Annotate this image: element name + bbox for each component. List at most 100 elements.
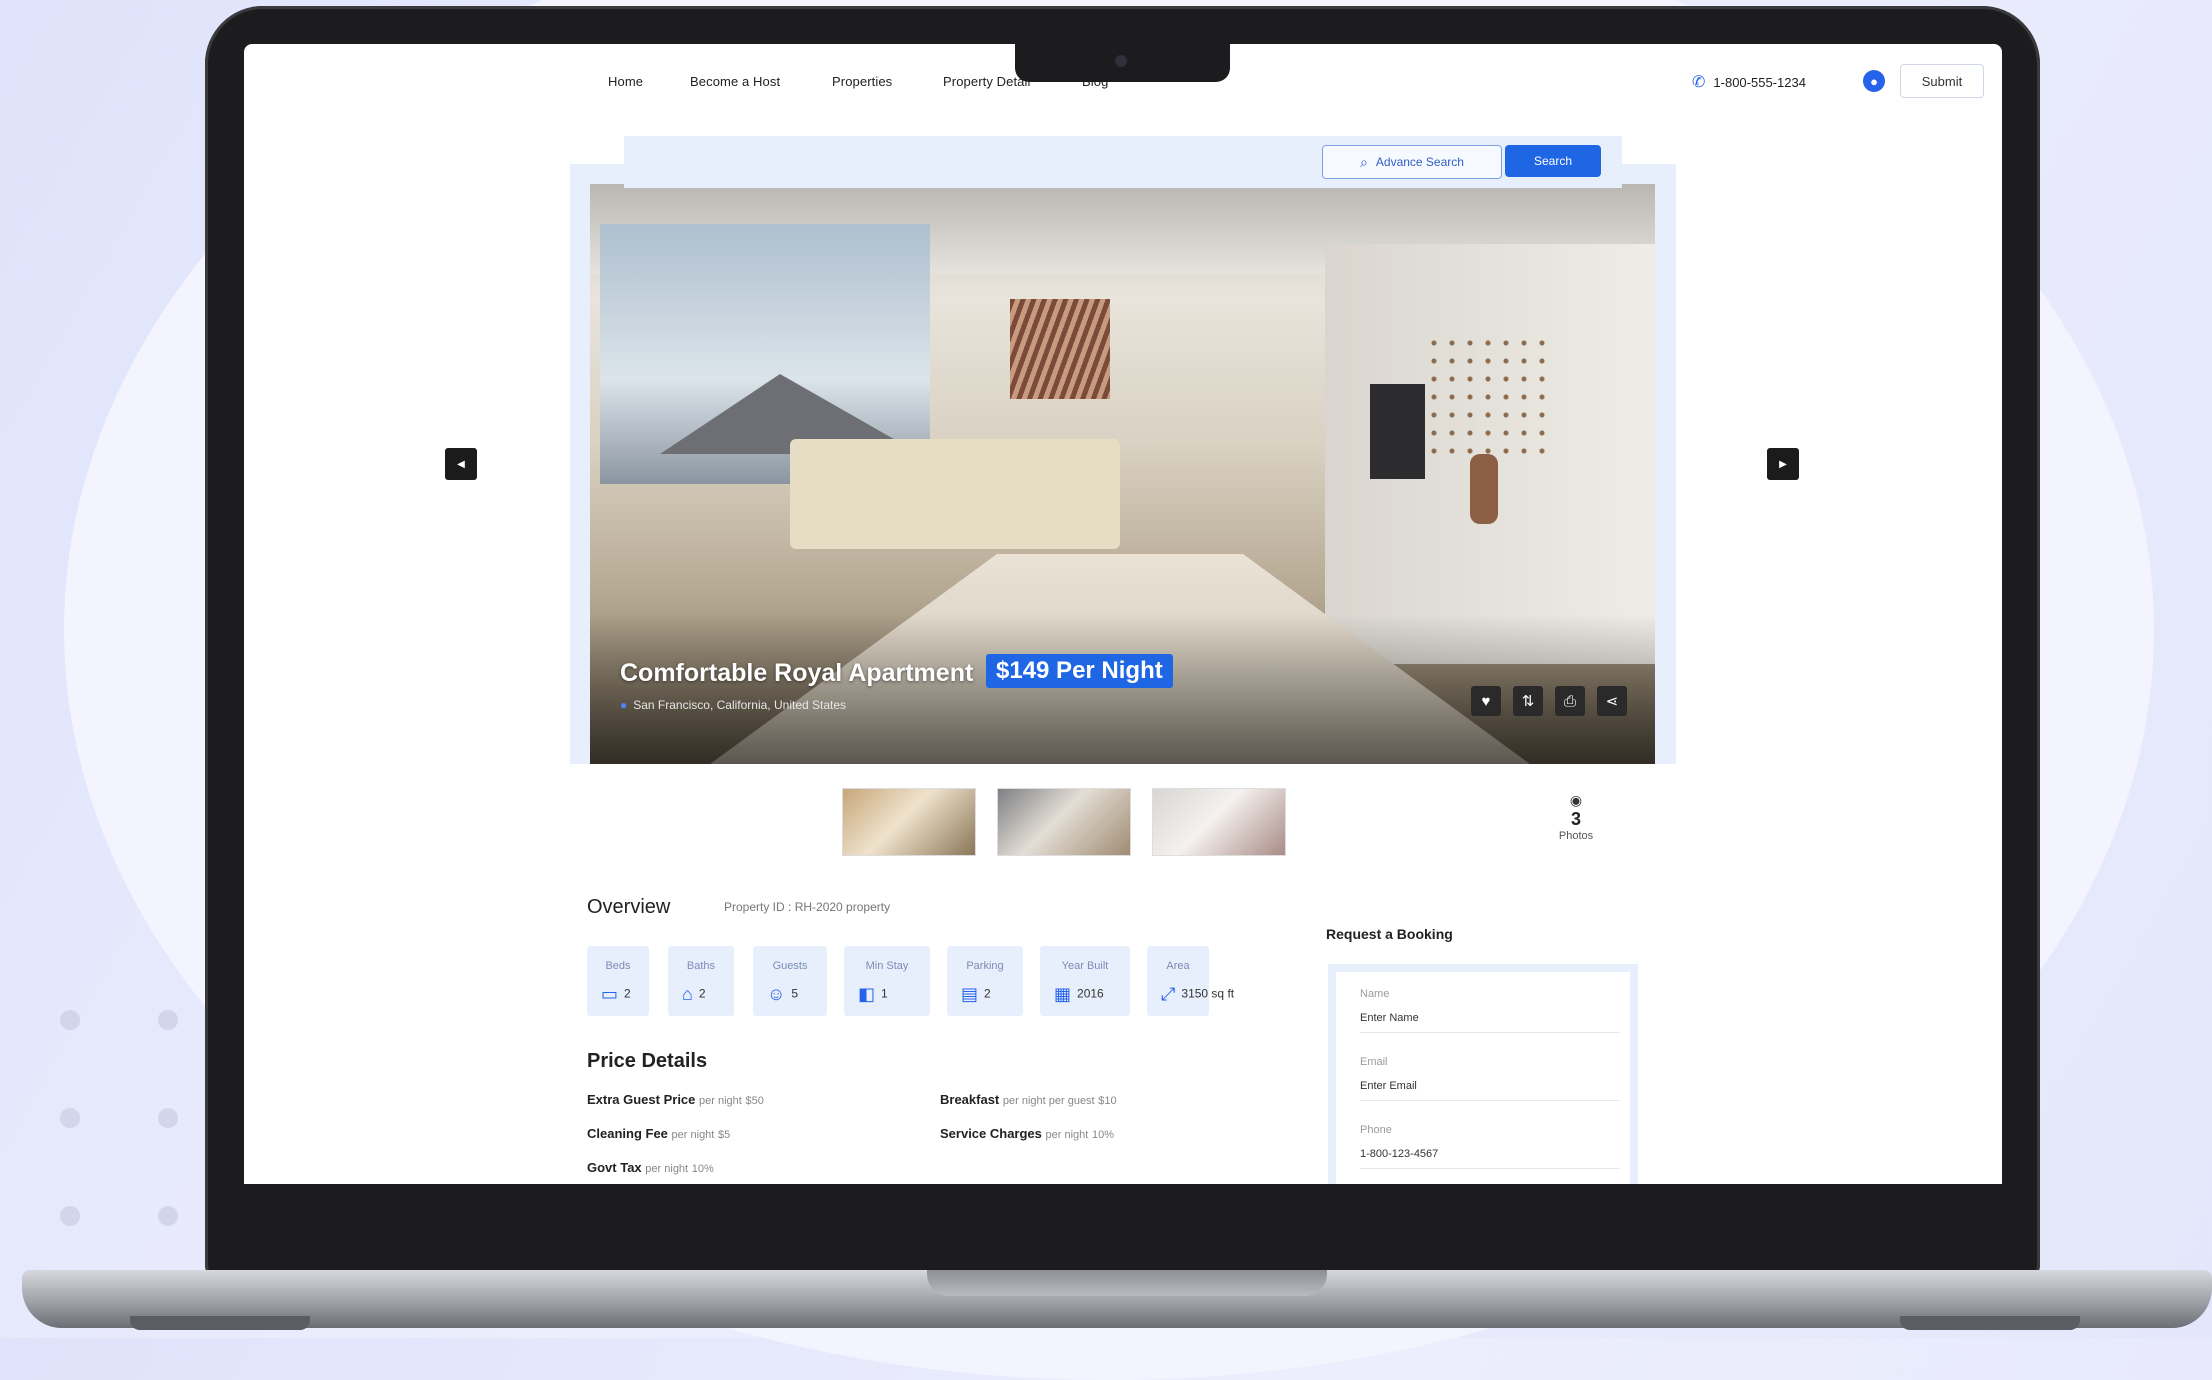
name-field[interactable]: Enter Name xyxy=(1360,1012,1419,1024)
search-icon: ⌕ xyxy=(1360,153,1368,170)
hero-action-buttons: ♥ ⇅ ⎙ ⋖ xyxy=(1471,686,1627,716)
feature-label: Guests xyxy=(772,960,808,972)
feature-area: Area ⤢ 3150 sq ft xyxy=(1147,946,1234,1016)
prev-slide-button[interactable]: ◀ xyxy=(445,448,477,480)
advance-search-label: Advance Search xyxy=(1375,155,1464,169)
price-row: Cleaning Fee per night $5 xyxy=(587,1126,730,1141)
listing-title: Comfortable Royal Apartment xyxy=(620,659,974,687)
location-pin-icon: ● xyxy=(620,698,628,712)
feature-value: 2016 xyxy=(1077,986,1104,1001)
price-label: Extra Guest Price xyxy=(587,1092,696,1107)
email-field-label: Email xyxy=(1360,1056,1388,1068)
nav-become-host[interactable]: Become a Host xyxy=(690,74,780,89)
feature-value: 2 xyxy=(698,986,706,1001)
feature-baths: Baths ⌂ 2 xyxy=(668,946,734,1016)
property-id: Property ID : RH-2020 property xyxy=(724,900,891,914)
thumbnail-3[interactable] xyxy=(1152,788,1286,856)
price-label: Govt Tax xyxy=(587,1160,642,1175)
feature-label: Baths xyxy=(686,960,716,972)
thumbnail-1[interactable] xyxy=(842,788,976,856)
bed-icon: ▭ xyxy=(601,984,619,1004)
price-value: 10% xyxy=(691,1163,714,1175)
share-icon[interactable]: ⋖ xyxy=(1597,686,1627,716)
price-value: $10 xyxy=(1098,1095,1117,1107)
booking-form: Name Enter Name Email Enter Email Phone … xyxy=(1328,964,1638,1184)
photos-count[interactable]: ◉ 3 Photos xyxy=(1536,792,1616,842)
laptop-foot xyxy=(1900,1316,2080,1330)
location-text: San Francisco, California, United States xyxy=(633,698,847,712)
divider xyxy=(1360,1100,1620,1101)
feature-min-stay: Min Stay ◧ 1 xyxy=(844,946,930,1016)
camera-icon: ◉ xyxy=(1569,792,1583,808)
favorite-icon[interactable]: ♥ xyxy=(1471,686,1501,716)
print-icon[interactable]: ⎙ xyxy=(1555,686,1585,716)
thumbnail-2[interactable] xyxy=(997,788,1131,856)
search-button[interactable]: Search xyxy=(1505,145,1601,177)
price-row: Govt Tax per night 10% xyxy=(587,1160,714,1175)
feature-label: Year Built xyxy=(1061,960,1109,972)
price-label: Breakfast xyxy=(940,1092,1000,1107)
divider xyxy=(1360,1168,1620,1169)
laptop-base xyxy=(22,1270,2212,1328)
price-row: Service Charges per night 10% xyxy=(940,1126,1114,1141)
price-row: Breakfast per night per guest $10 xyxy=(940,1092,1117,1107)
divider xyxy=(1360,1032,1620,1033)
photo-count-number: 3 xyxy=(1570,809,1581,829)
price-note: per night xyxy=(1045,1129,1089,1141)
booking-title: Request a Booking xyxy=(1326,926,1453,942)
user-account-icon[interactable]: ● xyxy=(1863,70,1885,92)
price-label: Service Charges xyxy=(940,1126,1042,1141)
next-slide-button[interactable]: ▶ xyxy=(1767,448,1799,480)
phone-field-label: Phone xyxy=(1360,1124,1392,1136)
feature-label: Parking xyxy=(966,960,1004,972)
overview-title: Overview xyxy=(587,896,671,918)
phone-number: 1-800-555-1234 xyxy=(1713,75,1806,90)
guests-icon: ☺ xyxy=(767,984,786,1004)
feature-parking: Parking ▤ 2 xyxy=(947,946,1023,1016)
feature-year-built: Year Built ▦ 2016 xyxy=(1040,946,1130,1016)
feature-label: Beds xyxy=(605,960,631,972)
price-value: 10% xyxy=(1091,1129,1114,1141)
feature-value: 2 xyxy=(624,986,631,1001)
laptop-foot xyxy=(130,1316,310,1330)
submit-button[interactable]: Submit xyxy=(1900,64,1984,98)
calendar-icon: ▦ xyxy=(1054,984,1072,1004)
photo-count-label: Photos xyxy=(1558,830,1594,842)
price-badge: $149 Per Night xyxy=(986,654,1173,688)
area-icon: ⤢ xyxy=(1161,984,1176,1004)
compare-icon[interactable]: ⇅ xyxy=(1513,686,1543,716)
email-field[interactable]: Enter Email xyxy=(1360,1080,1417,1092)
feature-label: Min Stay xyxy=(865,960,909,972)
phone-field[interactable]: 1-800-123-4567 xyxy=(1360,1148,1438,1160)
feature-value: 3150 sq ft xyxy=(1181,986,1235,1001)
price-note: per night per guest xyxy=(1002,1095,1095,1107)
name-field-label: Name xyxy=(1360,988,1390,1000)
price-details-title: Price Details xyxy=(587,1050,708,1072)
feature-value: 1 xyxy=(881,986,888,1001)
laptop-screen: Home Become a Host Properties Property D… xyxy=(244,44,2002,1184)
camera-notch xyxy=(1015,44,1230,82)
price-note: per night xyxy=(671,1129,715,1141)
feature-guests: Guests ☺ 5 xyxy=(753,946,827,1016)
bath-icon: ⌂ xyxy=(682,984,693,1004)
price-value: $50 xyxy=(745,1095,764,1107)
feature-value: 2 xyxy=(984,986,991,1001)
price-note: per night xyxy=(645,1163,689,1175)
stay-icon: ◧ xyxy=(858,984,876,1004)
listing-location: ● San Francisco, California, United State… xyxy=(620,698,846,712)
price-row: Extra Guest Price per night $50 xyxy=(587,1092,764,1107)
phone-contact[interactable]: ✆ 1-800-555-1234 xyxy=(1692,72,1806,92)
nav-home[interactable]: Home xyxy=(608,74,643,89)
phone-icon: ✆ xyxy=(1692,74,1706,91)
parking-icon: ▤ xyxy=(961,984,979,1004)
price-label: Cleaning Fee xyxy=(587,1126,668,1141)
advance-search-button[interactable]: ⌕ Advance Search xyxy=(1322,145,1502,179)
hero-image: Comfortable Royal Apartment $149 Per Nig… xyxy=(590,184,1655,764)
feature-value: 5 xyxy=(791,986,799,1001)
nav-properties[interactable]: Properties xyxy=(832,74,892,89)
price-note: per night xyxy=(699,1095,742,1107)
search-bar: ⌕ Advance Search Search xyxy=(624,136,1622,188)
price-value: $5 xyxy=(717,1129,731,1141)
feature-label: Area xyxy=(1166,960,1190,972)
feature-beds: Beds ▭ 2 xyxy=(587,946,649,1016)
